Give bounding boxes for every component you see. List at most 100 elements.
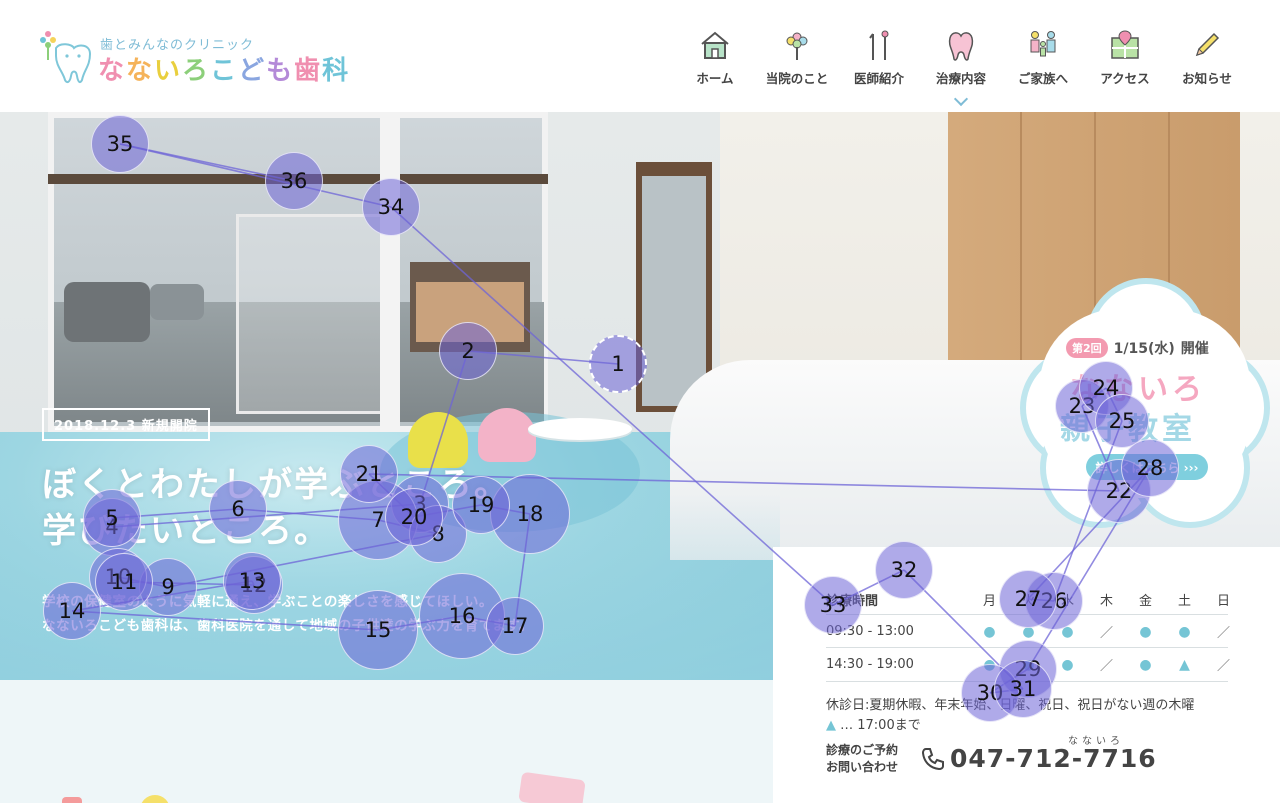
schedule-day: 月 [982,594,996,609]
nav-label: お知らせ [1182,71,1232,86]
flower-icon [780,28,814,62]
event-title-line-1: なないろ [1070,372,1206,407]
contact-label-line-1: 診療のご予約 [826,743,899,757]
yellow-toy-horse [408,412,468,468]
event-banner[interactable]: 第2回 1/15(水) 開催 なないろ 親子教室 詳しくはこちら ››› [1020,278,1270,528]
pink-toy-horse [478,408,536,462]
nav-label: 医師紹介 [853,71,904,86]
phone-number: 047-712-7716 [950,744,1157,773]
logo-char: こ [210,56,239,86]
open-dot-icon [1165,624,1204,640]
family-icon [1026,28,1060,62]
side-window [636,162,712,412]
open-dot-icon [1009,624,1048,640]
open-dot-icon [970,624,1009,640]
lead-line-2: なないろこども歯科は、歯科医院を通して地域の子供達の学ぶ力を育てます。 [42,618,534,634]
nav-label: ご家族へ [1017,71,1068,86]
closed-slash-icon [1087,655,1126,674]
dental-tools-icon [862,28,896,62]
phone-link[interactable]: 047-712-7716 [920,744,1157,773]
nav-item-6[interactable]: アクセス [1084,28,1166,87]
event-date: 1/15(水) [1113,341,1175,357]
open-dot-icon [1009,657,1048,673]
chevron-down-icon [953,91,969,107]
closed-slash-icon [1204,622,1243,641]
closed-slash-icon [1204,655,1243,674]
closed-slash-icon [1087,622,1126,641]
decoration [62,797,82,803]
nav-label: 治療内容 [935,71,986,86]
car [150,284,204,320]
schedule-note-text: … 17:00まで [836,718,921,733]
event-round-tag: 第2回 [1066,338,1108,358]
map-icon [1108,28,1142,62]
logo-char: も [266,56,295,86]
nav-label: アクセス [1100,71,1150,86]
event-details-button[interactable]: 詳しくはこちら ››› [1086,454,1208,480]
schedule-row: 09:30 - 13:00 [826,622,1243,641]
hero-lead: 学校の保健室のように気軽に通え、学ぶことの楽しさを感じてほしい。 なないろこども… [42,590,533,638]
open-dot-icon [970,657,1009,673]
nav-label: ホーム [696,71,734,86]
open-dot-icon [1126,624,1165,640]
open-dot-icon [1126,657,1165,673]
nav-item-3[interactable]: 医師紹介 [838,28,920,87]
schedule-divider [826,614,1228,615]
shop-window [416,282,524,342]
event-title-line-2: 親子教室 [1060,412,1196,447]
event-heading: 第2回 1/15(水) 開催 [1066,338,1209,358]
logo-char: な [98,56,127,86]
logo-char: ど [238,56,267,86]
schedule-note: ▲ … 17:00まで [826,714,921,733]
car [64,282,150,342]
global-nav: ホーム 当院のこと 医師紹介 治療内容 ご家族へ アクセス お知らせ [674,28,1248,107]
phone-icon [921,747,944,770]
logo-char: な [126,56,155,86]
schedule-days: 月火水木金土日 [970,590,1243,609]
schedule-day: 木 [1099,594,1113,609]
nav-item-5[interactable]: ご家族へ [1002,28,1084,87]
logo-char: 歯 [294,56,323,86]
glass-door [236,214,396,414]
logo-char: 科 [322,56,351,86]
schedule-day: 金 [1138,594,1152,609]
schedule-time: 14:30 - 19:00 [826,657,914,672]
tooth-flower-logo-icon [40,31,92,84]
lead-line-1: 学校の保健室のように気軽に通え、学ぶことの楽しさを感じてほしい。 [42,594,494,610]
window-frame [48,174,548,184]
logo-char: い [154,56,183,86]
schedule-day: 火 [1021,594,1035,609]
schedule-time: 09:30 - 13:00 [826,624,914,639]
catch-line-2: 学びたいところ。 [42,511,330,551]
nav-label: 当院のこと [765,71,829,86]
nav-item-4[interactable]: 治療内容 [920,28,1002,107]
event-held: 開催 [1180,341,1209,357]
open-dot-icon [1048,657,1087,673]
schedule-row: 14:30 - 19:00 [826,655,1243,674]
contact-label-line-2: お問い合わせ [826,760,899,774]
tooth-icon [944,28,978,62]
lower-section [0,680,773,803]
logo-char: ろ [182,56,211,86]
schedule-title: 診療時間 [826,594,879,609]
open-dot-icon [1048,624,1087,640]
contact-label: 診療のご予約 お問い合わせ [826,742,898,776]
catch-line-1: ぼくとわたしが学ぶところ。 [42,465,510,505]
house-icon [698,28,732,62]
site-logo[interactable]: 歯とみんなのクリニック なないろこども歯科 [38,26,398,86]
hero-catchphrase: ぼくとわたしが学ぶところ。 学びたいところ。 [42,462,510,554]
opening-badge: 2018.12.3 新規開院 [42,408,210,441]
kids-table [528,418,632,440]
nav-item-7[interactable]: お知らせ [1166,28,1248,87]
schedule-day: 土 [1177,594,1191,609]
site-header: 歯とみんなのクリニック なないろこども歯科 ホーム 当院のこと 医師紹介 治療内容 ご家… [0,0,1280,112]
nav-item-1[interactable]: ホーム [674,28,756,87]
schedule-divider [826,647,1228,648]
closed-days: 休診日:夏期休暇、年末年始、日曜、祝日、祝日がない週の木曜 [826,698,1195,713]
schedule-day: 水 [1060,594,1074,609]
pencil-icon [1190,28,1224,62]
triangle-icon [1165,657,1204,673]
triangle-icon: ▲ [826,718,836,733]
nav-item-2[interactable]: 当院のこと [756,28,838,87]
schedule-day: 日 [1216,594,1230,609]
